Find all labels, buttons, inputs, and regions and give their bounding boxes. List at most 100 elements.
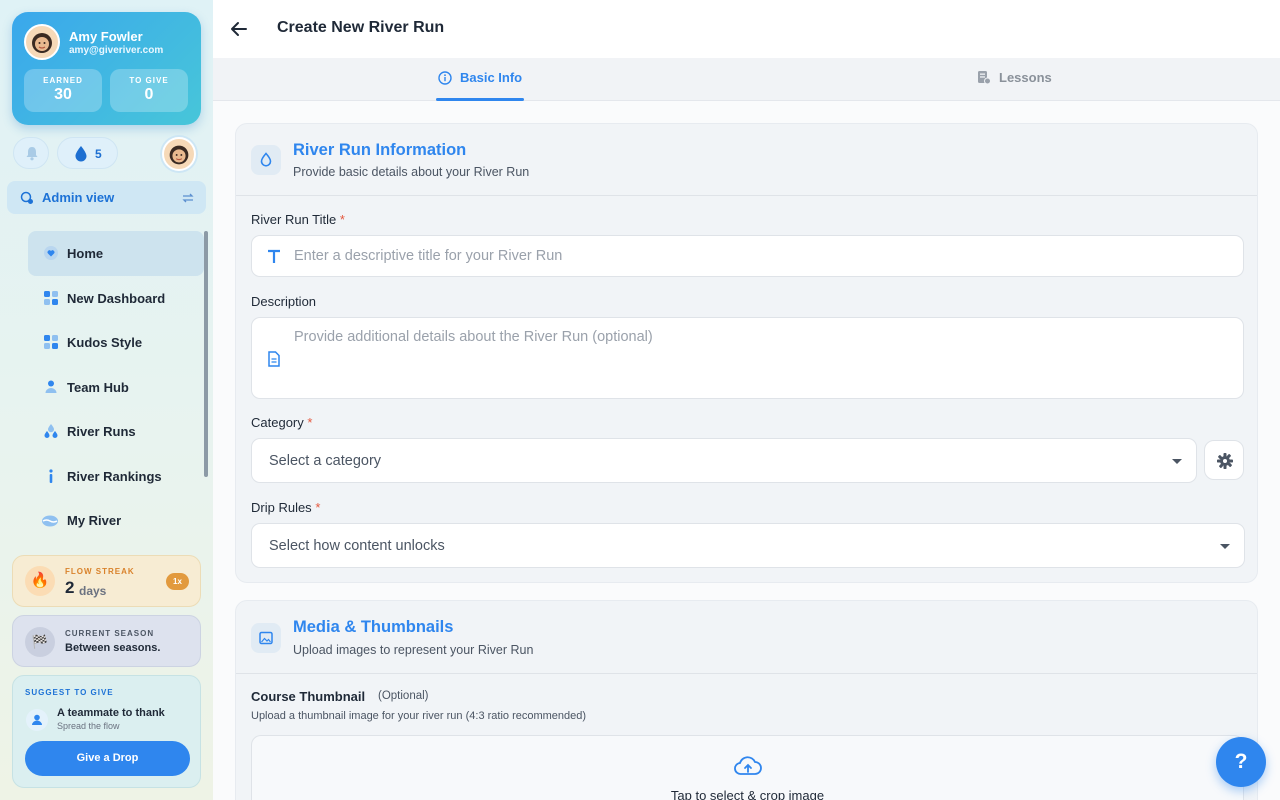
earned-label: EARNED [43, 76, 83, 85]
page-title: Create New River Run [277, 19, 445, 36]
title-label-text: River Run Title [251, 212, 337, 227]
description-textarea[interactable]: Provide additional details about the Riv… [251, 317, 1244, 399]
title-placeholder: Enter a descriptive title for your River… [294, 248, 563, 264]
sidebar-item-river-runs[interactable]: River Runs [28, 409, 204, 454]
admin-view-label: Admin view [42, 190, 115, 205]
card-subtitle: Provide basic details about your River R… [293, 165, 530, 179]
document-icon [268, 351, 280, 367]
tab-bar: Basic Info Lessons [213, 58, 1280, 101]
lessons-icon [978, 71, 991, 85]
admin-view-toggle[interactable]: Admin view [7, 181, 206, 214]
course-thumbnail-label: Course Thumbnail [251, 689, 366, 704]
profile-name: Amy Fowler [69, 29, 143, 44]
bell-icon [26, 147, 38, 161]
tab-label: Lessons [999, 70, 1052, 85]
sidebar-item-home[interactable]: Home [28, 231, 204, 276]
category-select[interactable]: Select a category [251, 438, 1197, 483]
streak-unit: days [79, 584, 107, 598]
streak-multiplier-badge: 1x [166, 573, 189, 590]
suggest-to-give-card: SUGGEST TO GIVE A teammate to thank Spre… [12, 675, 201, 788]
sidebar-item-label: River Runs [67, 424, 136, 439]
tab-basic-info[interactable]: Basic Info [436, 58, 526, 101]
drip-label-text: Drip Rules [251, 500, 312, 515]
checkered-flag-icon: 🏁 [25, 627, 55, 657]
form-scroll-area[interactable]: River Run Information Provide basic deta… [213, 101, 1280, 800]
card-header: Media & Thumbnails Upload images to repr… [236, 601, 1257, 674]
to-give-stat: TO GIVE 0 [110, 69, 188, 112]
tab-lessons[interactable]: Lessons [976, 58, 1066, 101]
season-value: Between seasons. [65, 642, 161, 654]
text-t-icon [268, 249, 280, 263]
sidebar-item-team-hub[interactable]: Team Hub [28, 365, 204, 410]
give-a-drop-button[interactable]: Give a Drop [25, 741, 190, 776]
drip-rules-select[interactable]: Select how content unlocks [251, 523, 1245, 568]
drops-icon [44, 424, 58, 438]
card-title: River Run Information [293, 141, 467, 159]
main-content: Create New River Run Basic Info Lessons … [213, 0, 1280, 800]
drops-count: 5 [95, 147, 102, 161]
to-give-value: 0 [144, 86, 154, 103]
user-avatar-button[interactable] [162, 137, 196, 171]
drop-icon [251, 145, 281, 175]
heart-drop-icon [44, 246, 58, 260]
streak-label: FLOW STREAK [65, 567, 135, 576]
drip-rules-field-label: Drip Rules * [251, 500, 320, 515]
top-bar: Create New River Run [213, 0, 1280, 58]
avatar[interactable] [24, 24, 60, 60]
drop-icon [75, 146, 87, 162]
river-icon [42, 515, 58, 527]
sidebar-item-label: River Rankings [67, 468, 162, 484]
profile-card[interactable]: Amy Fowler amy@giveriver.com EARNED 30 T… [12, 12, 201, 125]
gear-icon [1217, 453, 1233, 469]
sidebar-item-new-dashboard[interactable]: New Dashboard [28, 276, 204, 321]
sidebar-item-my-river[interactable]: My River [28, 498, 204, 543]
cloud-upload-icon [734, 756, 762, 775]
optional-tag: (Optional) [378, 690, 429, 702]
required-marker: * [339, 212, 345, 227]
earned-value: 30 [54, 86, 72, 103]
card-title: Media & Thumbnails [293, 618, 454, 636]
sidebar-scrollbar[interactable] [204, 231, 208, 477]
category-placeholder: Select a category [269, 453, 382, 469]
sidebar-item-kudos-style[interactable]: Kudos Style [28, 320, 204, 365]
drops-balance-button[interactable]: 5 [57, 137, 118, 169]
arrow-left-icon [231, 22, 247, 36]
earned-stat: EARNED 30 [24, 69, 102, 112]
category-label-text: Category [251, 415, 304, 430]
back-button[interactable] [227, 17, 251, 41]
to-give-label: TO GIVE [129, 76, 169, 85]
suggest-label: SUGGEST TO GIVE [25, 688, 114, 697]
river-run-title-input[interactable]: Enter a descriptive title for your River… [251, 235, 1244, 277]
description-placeholder: Provide additional details about the Riv… [294, 329, 653, 345]
required-marker: * [307, 415, 313, 430]
suggest-subtitle: Spread the flow [57, 721, 120, 731]
swap-icon [182, 193, 194, 203]
tab-label: Basic Info [460, 70, 523, 85]
category-settings-button[interactable] [1204, 440, 1244, 480]
flow-streak-card[interactable]: 🔥 FLOW STREAK 2 days 1x [12, 555, 201, 607]
admin-icon [20, 191, 33, 204]
help-button[interactable]: ? [1216, 737, 1266, 787]
sidebar-item-label: New Dashboard [67, 290, 166, 306]
info-icon [49, 468, 53, 483]
sidebar-item-label: Team Hub [67, 379, 129, 395]
image-icon [251, 623, 281, 653]
card-subtitle: Upload images to represent your River Ru… [293, 643, 534, 657]
teammate-icon [26, 709, 48, 731]
sidebar-nav: Home New Dashboard Kudos Style Team Hub … [28, 231, 204, 543]
profile-email: amy@giveriver.com [69, 45, 164, 56]
card-header: River Run Information Provide basic deta… [236, 124, 1257, 196]
current-season-card[interactable]: 🏁 CURRENT SEASON Between seasons. [12, 615, 201, 667]
dashboard-grid-icon [44, 290, 58, 305]
chevron-down-icon [1172, 459, 1182, 464]
notifications-button[interactable] [13, 137, 49, 169]
thumbnail-dropzone[interactable]: Tap to select & crop image [251, 735, 1244, 800]
drip-placeholder: Select how content unlocks [269, 538, 445, 554]
sidebar-item-label: My River [67, 513, 122, 528]
category-field-label: Category * [251, 415, 312, 430]
sidebar-item-river-rankings[interactable]: River Rankings [28, 454, 204, 499]
team-icon [45, 380, 57, 393]
description-field-label: Description [251, 294, 317, 309]
info-circle-icon [438, 71, 452, 85]
dropzone-text: Tap to select & crop image [670, 788, 825, 800]
